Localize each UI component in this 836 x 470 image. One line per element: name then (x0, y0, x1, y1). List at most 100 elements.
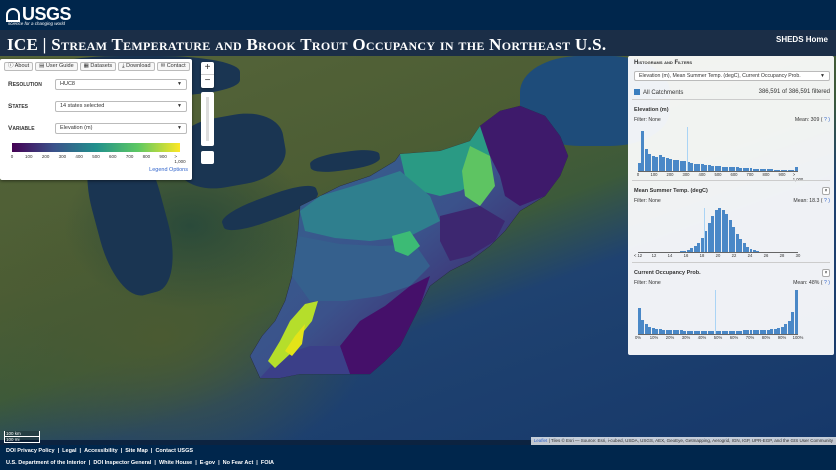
footer-links-row2: U.S. Department of the Interior | DOI Insp… (6, 460, 277, 466)
histogram-ticks: < 12 12 14 16 18 20 22 24 26 28 30 (634, 253, 801, 260)
histogram-chart[interactable]: < 12 12 14 16 18 20 22 24 26 28 30 (634, 206, 830, 260)
histogram-tick: 0 (636, 172, 640, 177)
download-button[interactable]: ⤓ Download (118, 62, 155, 71)
contact-button[interactable]: ✉ Contact (156, 62, 190, 71)
colorbar-tick: 900 (159, 154, 167, 159)
histogram-chart[interactable]: 0100200300400500600700800900> 1,000 (636, 125, 830, 182)
datasets-button[interactable]: ▦ Datasets (79, 62, 117, 71)
mean-line (687, 127, 689, 171)
histogram-tick: 90% (777, 335, 787, 340)
mean-line (714, 290, 716, 334)
histogram-title: Elevation (m) (634, 107, 669, 113)
colorbar-ticks: 0 100 200 300 400 500 600 700 800 900 > 1,000 (11, 154, 186, 164)
mean-line (704, 208, 706, 252)
histogram-tick: 800 (762, 172, 770, 177)
close-icon[interactable]: × (822, 269, 830, 277)
zoom-control: + − (201, 62, 214, 88)
about-button[interactable]: ⓘ About (4, 62, 34, 71)
histogram-bars (638, 127, 798, 171)
histogram-variables-select[interactable]: Elevation (m), Mean Summer Temp. (degC),… (634, 71, 830, 81)
sheds-home-link[interactable]: SHEDS Home (776, 35, 828, 44)
histogram-tick: 12 (651, 253, 657, 258)
histogram-tick: 22 (731, 253, 737, 258)
histogram-title: Mean Summer Temp. (degC) (634, 188, 708, 194)
histograms-title: Histograms and Filters (634, 60, 693, 66)
histogram-tick: 30 (795, 253, 801, 258)
zoom-in-button[interactable]: + (201, 62, 214, 75)
footer-link[interactable]: Contact USGS (155, 448, 193, 454)
colorbar-tick: > 1,000 (174, 154, 186, 164)
leaflet-link[interactable]: Leaflet (534, 438, 548, 443)
footer-link[interactable]: Accessibility (84, 448, 118, 454)
footer-divider: | (120, 448, 123, 454)
histogram-tick: 300 (682, 172, 690, 177)
histogram-mean: Mean: 309 ( ? ) (795, 117, 830, 123)
legend-options-link[interactable]: Legend Options (149, 167, 188, 173)
histogram-tick: 200 (666, 172, 674, 177)
colorbar-tick: 100 (25, 154, 33, 159)
all-catchments-legend: All Catchments (634, 89, 683, 96)
opacity-slider[interactable] (201, 92, 214, 146)
footer-divider: | (79, 448, 82, 454)
usgs-header: USGS science for a changing world (0, 0, 836, 30)
map-attribution: Leaflet | Tiles © Esri — Source: Esri, i… (530, 437, 836, 445)
colorbar-tick: 700 (125, 154, 134, 159)
histogram-tick: 40% (697, 335, 707, 340)
histogram-bar (794, 290, 798, 334)
catchment-swatch (634, 89, 640, 95)
states-select[interactable]: 14 states selected ▼ (55, 101, 187, 112)
histogram-tick: 100% (792, 335, 804, 340)
download-label: Download (126, 63, 151, 69)
footer-link[interactable]: DOI Privacy Policy (6, 448, 55, 454)
variable-select[interactable]: Elevation (m) ▼ (55, 123, 187, 134)
colorbar-tick: 300 (58, 154, 67, 159)
scale-mi: 100 mi (4, 437, 40, 443)
histogram-tick: 60% (729, 335, 739, 340)
footer-divider: | (150, 448, 153, 454)
histogram-tick: 14 (667, 253, 673, 258)
footer-link[interactable]: Site Map (125, 448, 148, 454)
resolution-label: Resolution (8, 81, 42, 88)
histogram-mean-text: Mean: 48% ( (793, 280, 823, 286)
histogram-filter: Filter: None (634, 280, 661, 286)
colorbar-tick: 800 (142, 154, 151, 159)
close-icon[interactable]: × (822, 187, 830, 195)
footer-divider: | (154, 460, 156, 466)
histogram-tick: 24 (747, 253, 753, 258)
histogram-bars (638, 208, 798, 252)
footer-link[interactable]: DOI Inspector General (93, 460, 151, 466)
caret-down-icon: ▼ (177, 81, 182, 87)
usgs-wave-icon (6, 8, 20, 22)
histogram-mean-text: Mean: 309 ( (794, 117, 823, 123)
footer-link[interactable]: FOIA (261, 460, 274, 466)
footer-link[interactable]: E-gov (200, 460, 215, 466)
footer-divider: | (88, 460, 91, 466)
colorbar-tick: 400 (75, 154, 83, 159)
layers-icon[interactable] (201, 151, 214, 164)
footer-link[interactable]: Legal (62, 448, 76, 454)
footer-divider: | (256, 460, 258, 466)
footer-link[interactable]: White House (159, 460, 192, 466)
resolution-value: HUC8 (60, 81, 75, 87)
colorbar-tick: 600 (109, 154, 117, 159)
caret-down-icon: ▼ (177, 103, 182, 109)
zoom-out-button[interactable]: − (201, 75, 214, 88)
footer-link[interactable]: U.S. Department of the Interior (6, 460, 86, 466)
footer-link[interactable]: No Fear Act (223, 460, 254, 466)
help-icon[interactable]: ? ) (823, 280, 830, 286)
histogram-chart[interactable]: 0% 10% 20% 30% 40% 50% 60% 70% 80% 90% 100% (635, 288, 830, 342)
about-label: About (14, 63, 30, 69)
histogram-separator (632, 262, 830, 263)
histogram-ticks: 0100200300400500600700800900> 1,000 (636, 172, 803, 182)
variable-value: Elevation (m) (60, 125, 93, 131)
histogram-mean: Mean: 18.3 ( ? ) (793, 198, 830, 204)
histogram-tick: 18 (699, 253, 705, 258)
histogram-tick: 10% (649, 335, 659, 340)
user-guide-button[interactable]: ▤ User Guide (35, 62, 78, 71)
resolution-select[interactable]: HUC8 ▼ (55, 79, 187, 90)
help-icon[interactable]: ? ) (823, 117, 830, 123)
page-title: ICE | Stream Temperature and Brook Trout… (7, 35, 607, 54)
help-icon[interactable]: ? ) (823, 198, 830, 204)
slider-track (206, 97, 209, 141)
histograms-panel: Histograms and Filters Elevation (m), Me… (628, 56, 834, 355)
